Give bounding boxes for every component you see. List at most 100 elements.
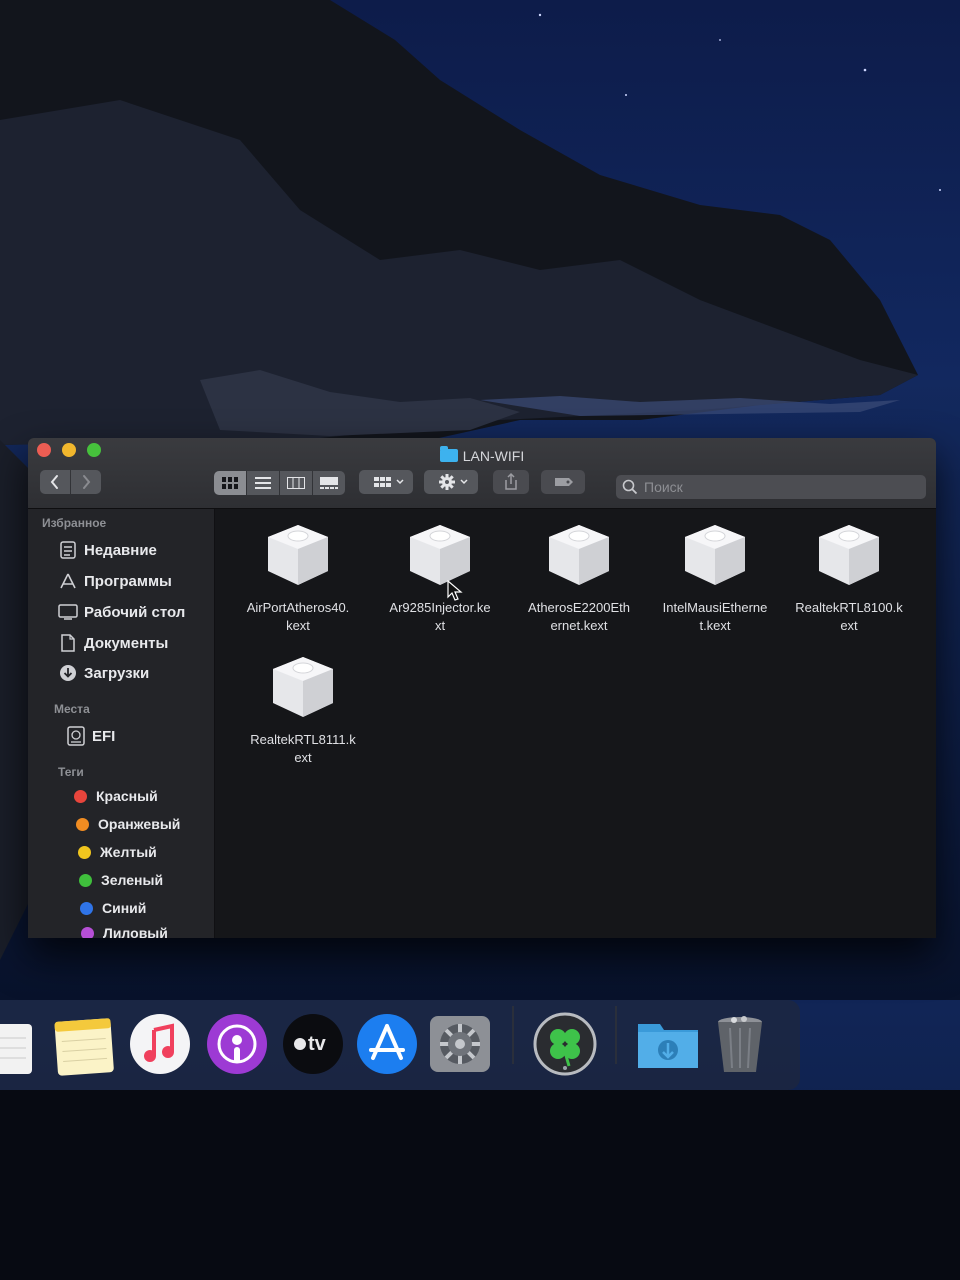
disk-icon (66, 726, 86, 746)
recents-icon (58, 541, 78, 559)
sidebar-item-downloads[interactable]: Загрузки (58, 662, 149, 684)
sidebar-item-documents[interactable]: Документы (58, 632, 168, 654)
sidebar-item-label: Программы (84, 572, 172, 590)
tag-color-dot (80, 901, 93, 915)
kext-bundle-icon (268, 525, 328, 585)
sidebar-item-recents[interactable]: Недавние (58, 539, 157, 561)
dock-podcasts[interactable] (205, 1012, 269, 1076)
dock-music[interactable] (128, 1012, 192, 1076)
kext-bundle-icon (549, 525, 609, 585)
file-item-realtekrtl8111[interactable]: RealtekRTL8111.k ext (237, 651, 369, 767)
grid-icon (222, 477, 238, 489)
search-input[interactable] (642, 478, 916, 496)
gallery-view-button[interactable] (313, 471, 345, 495)
file-name: RealtekRTL8111.k ext (250, 732, 356, 765)
back-button[interactable] (40, 470, 70, 494)
columns-icon (287, 477, 305, 489)
edit-tags-button[interactable] (541, 470, 585, 494)
sidebar-tag-label: Красный (96, 788, 158, 804)
file-item-airportatheros40[interactable]: AirPortAtheros40. kext (232, 519, 364, 635)
sidebar-tag-label: Желтый (100, 844, 157, 860)
group-by-button[interactable] (359, 470, 413, 494)
dock-notes[interactable] (52, 1012, 116, 1076)
favorites-header: Избранное (42, 516, 107, 530)
tag-color-dot (76, 817, 89, 831)
desktop-icon (58, 603, 78, 621)
list-icon (255, 477, 271, 489)
tag-color-dot (79, 873, 92, 887)
tag-color-dot (74, 789, 87, 803)
file-item-realtekrtl8100[interactable]: RealtekRTL8100.k ext (783, 519, 915, 635)
window-titlebar: LAN-WIFI (28, 438, 936, 509)
downloads-icon (58, 664, 78, 682)
sidebar-tag-yellow[interactable]: Желтый (78, 842, 157, 862)
tag-icon (555, 478, 573, 486)
finder-window: LAN-WIFI Поиск Избранное Недавние Програ… (28, 438, 936, 938)
icon-view-button[interactable] (214, 471, 246, 495)
file-name: IntelMausiEtherne t.kext (662, 600, 768, 633)
dock-downloads-folder[interactable] (636, 1012, 700, 1076)
sidebar-tag-label: Синий (102, 900, 147, 916)
sidebar-tag-red[interactable]: Красный (74, 786, 158, 806)
dock-separator (615, 1006, 617, 1064)
kext-bundle-icon (273, 657, 333, 717)
applications-icon (58, 572, 78, 590)
sidebar-item-desktop[interactable]: Рабочий стол (58, 601, 185, 623)
list-view-button[interactable] (247, 471, 279, 495)
trash-icon (718, 1016, 762, 1072)
sidebar-tag-label: Зеленый (101, 872, 164, 888)
file-item-ar9285injector[interactable]: Ar9285Injector.ke xt (374, 519, 506, 635)
app-store-icon (357, 1014, 417, 1074)
sidebar: Избранное Недавние Программы Рабочий сто… (28, 509, 215, 938)
share-icon (505, 472, 517, 490)
running-indicator (563, 1066, 567, 1070)
dock-notes-partial[interactable] (0, 1012, 34, 1076)
notes-icon (54, 1018, 114, 1076)
window-title-text: LAN-WIFI (462, 448, 525, 464)
sidebar-item-label: Рабочий стол (84, 603, 186, 621)
file-name: Ar9285Injector.ke xt (389, 600, 491, 633)
apple-tv-icon: tv (283, 1014, 343, 1074)
sidebar-item-efi[interactable]: EFI (66, 725, 115, 747)
sidebar-item-label: Загрузки (84, 664, 150, 682)
podcasts-icon (207, 1014, 267, 1074)
share-button[interactable] (493, 470, 529, 494)
mouse-pointer-icon (447, 580, 463, 601)
kext-bundle-icon (410, 525, 470, 585)
tags-header: Теги (58, 765, 84, 779)
places-header: Места (54, 702, 90, 716)
dock-apple-tv[interactable]: tv (281, 1012, 345, 1076)
gear-icon (439, 474, 468, 490)
sidebar-tag-blue[interactable]: Синий (80, 898, 146, 918)
file-item-intelmausiethernet[interactable]: IntelMausiEtherne t.kext (649, 519, 781, 635)
sidebar-tag-label: Оранжевый (98, 816, 181, 832)
sidebar-tag-purple[interactable]: Лиловый (81, 923, 168, 938)
sidebar-item-applications[interactable]: Программы (58, 570, 172, 592)
gallery-icon (320, 477, 338, 489)
chevron-left-icon (50, 475, 58, 489)
dock-app-store[interactable] (355, 1012, 419, 1076)
sidebar-item-label: Недавние (84, 541, 157, 559)
window-title: LAN-WIFI (28, 446, 936, 465)
action-menu-button[interactable] (424, 470, 478, 494)
chevron-right-icon (83, 475, 91, 489)
search-field[interactable] (616, 475, 926, 499)
sidebar-tag-label: Лиловый (103, 925, 168, 938)
dock-trash[interactable] (708, 1012, 772, 1076)
group-grid-icon (374, 477, 404, 487)
dock-separator (512, 1006, 514, 1064)
dock-system-preferences[interactable] (428, 1012, 492, 1076)
system-preferences-icon (430, 1016, 490, 1072)
sidebar-tag-green[interactable]: Зеленый (79, 870, 163, 890)
downloads-folder-icon (638, 1024, 698, 1068)
kext-bundle-icon (819, 525, 879, 585)
sidebar-tag-orange[interactable]: Оранжевый (76, 814, 180, 834)
forward-button[interactable] (71, 470, 101, 494)
svg-text:tv: tv (308, 1033, 327, 1055)
column-view-button[interactable] (280, 471, 312, 495)
file-name: AtherosE2200Eth ernet.kext (528, 600, 630, 633)
sidebar-item-label: Документы (84, 634, 169, 652)
tag-color-dot (81, 926, 94, 938)
file-item-atherose2200ethernet[interactable]: AtherosE2200Eth ernet.kext (513, 519, 645, 635)
tag-color-dot (78, 845, 91, 859)
